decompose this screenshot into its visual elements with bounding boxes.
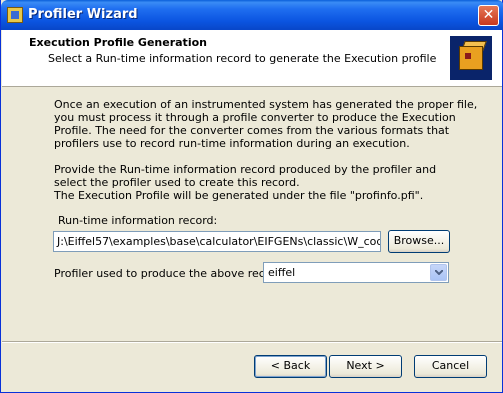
cancel-button[interactable]: Cancel	[414, 355, 487, 378]
wizard-header: Execution Profile Generation Select a Ru…	[2, 30, 502, 87]
description-line: profilers use to record run-time informa…	[54, 137, 410, 150]
instruction-line: Provide the Run-time information record …	[54, 163, 437, 176]
description-line: Profile. The need for the converter come…	[54, 124, 450, 137]
description-line: you must process it through a profile co…	[54, 111, 456, 124]
close-button[interactable]: ✕	[478, 5, 499, 26]
close-icon: ✕	[482, 7, 495, 23]
chevron-down-icon[interactable]	[430, 264, 447, 281]
app-icon	[7, 7, 23, 23]
instruction-line: The Execution Profile will be generated …	[54, 189, 424, 202]
next-button[interactable]: Next >	[329, 355, 402, 378]
profiler-select[interactable]: eiffel	[263, 262, 449, 283]
description-line: Once an execution of an instrumented sys…	[54, 98, 478, 111]
title-bar[interactable]: Profiler Wizard ✕	[1, 0, 503, 30]
instruction-line: select the profiler used to create this …	[54, 176, 300, 189]
profiler-label: Profiler used to produce the above recor…	[54, 267, 287, 280]
profiler-selected-value: eiffel	[268, 266, 296, 279]
back-button[interactable]: < Back	[254, 355, 327, 378]
footer-divider	[2, 341, 502, 343]
profiler-box-icon	[450, 36, 492, 80]
record-label: Run-time information record:	[58, 214, 218, 227]
record-path-input[interactable]: J:\Eiffel57\examples\base\calculator\EIF…	[53, 231, 381, 252]
browse-button[interactable]: Browse...	[388, 230, 450, 253]
header-title: Execution Profile Generation	[29, 36, 207, 49]
header-subtitle: Select a Run-time information record to …	[48, 52, 437, 65]
profiler-wizard-window: Profiler Wizard ✕ Execution Profile Gene…	[0, 0, 503, 393]
window-title: Profiler Wizard	[28, 7, 138, 22]
